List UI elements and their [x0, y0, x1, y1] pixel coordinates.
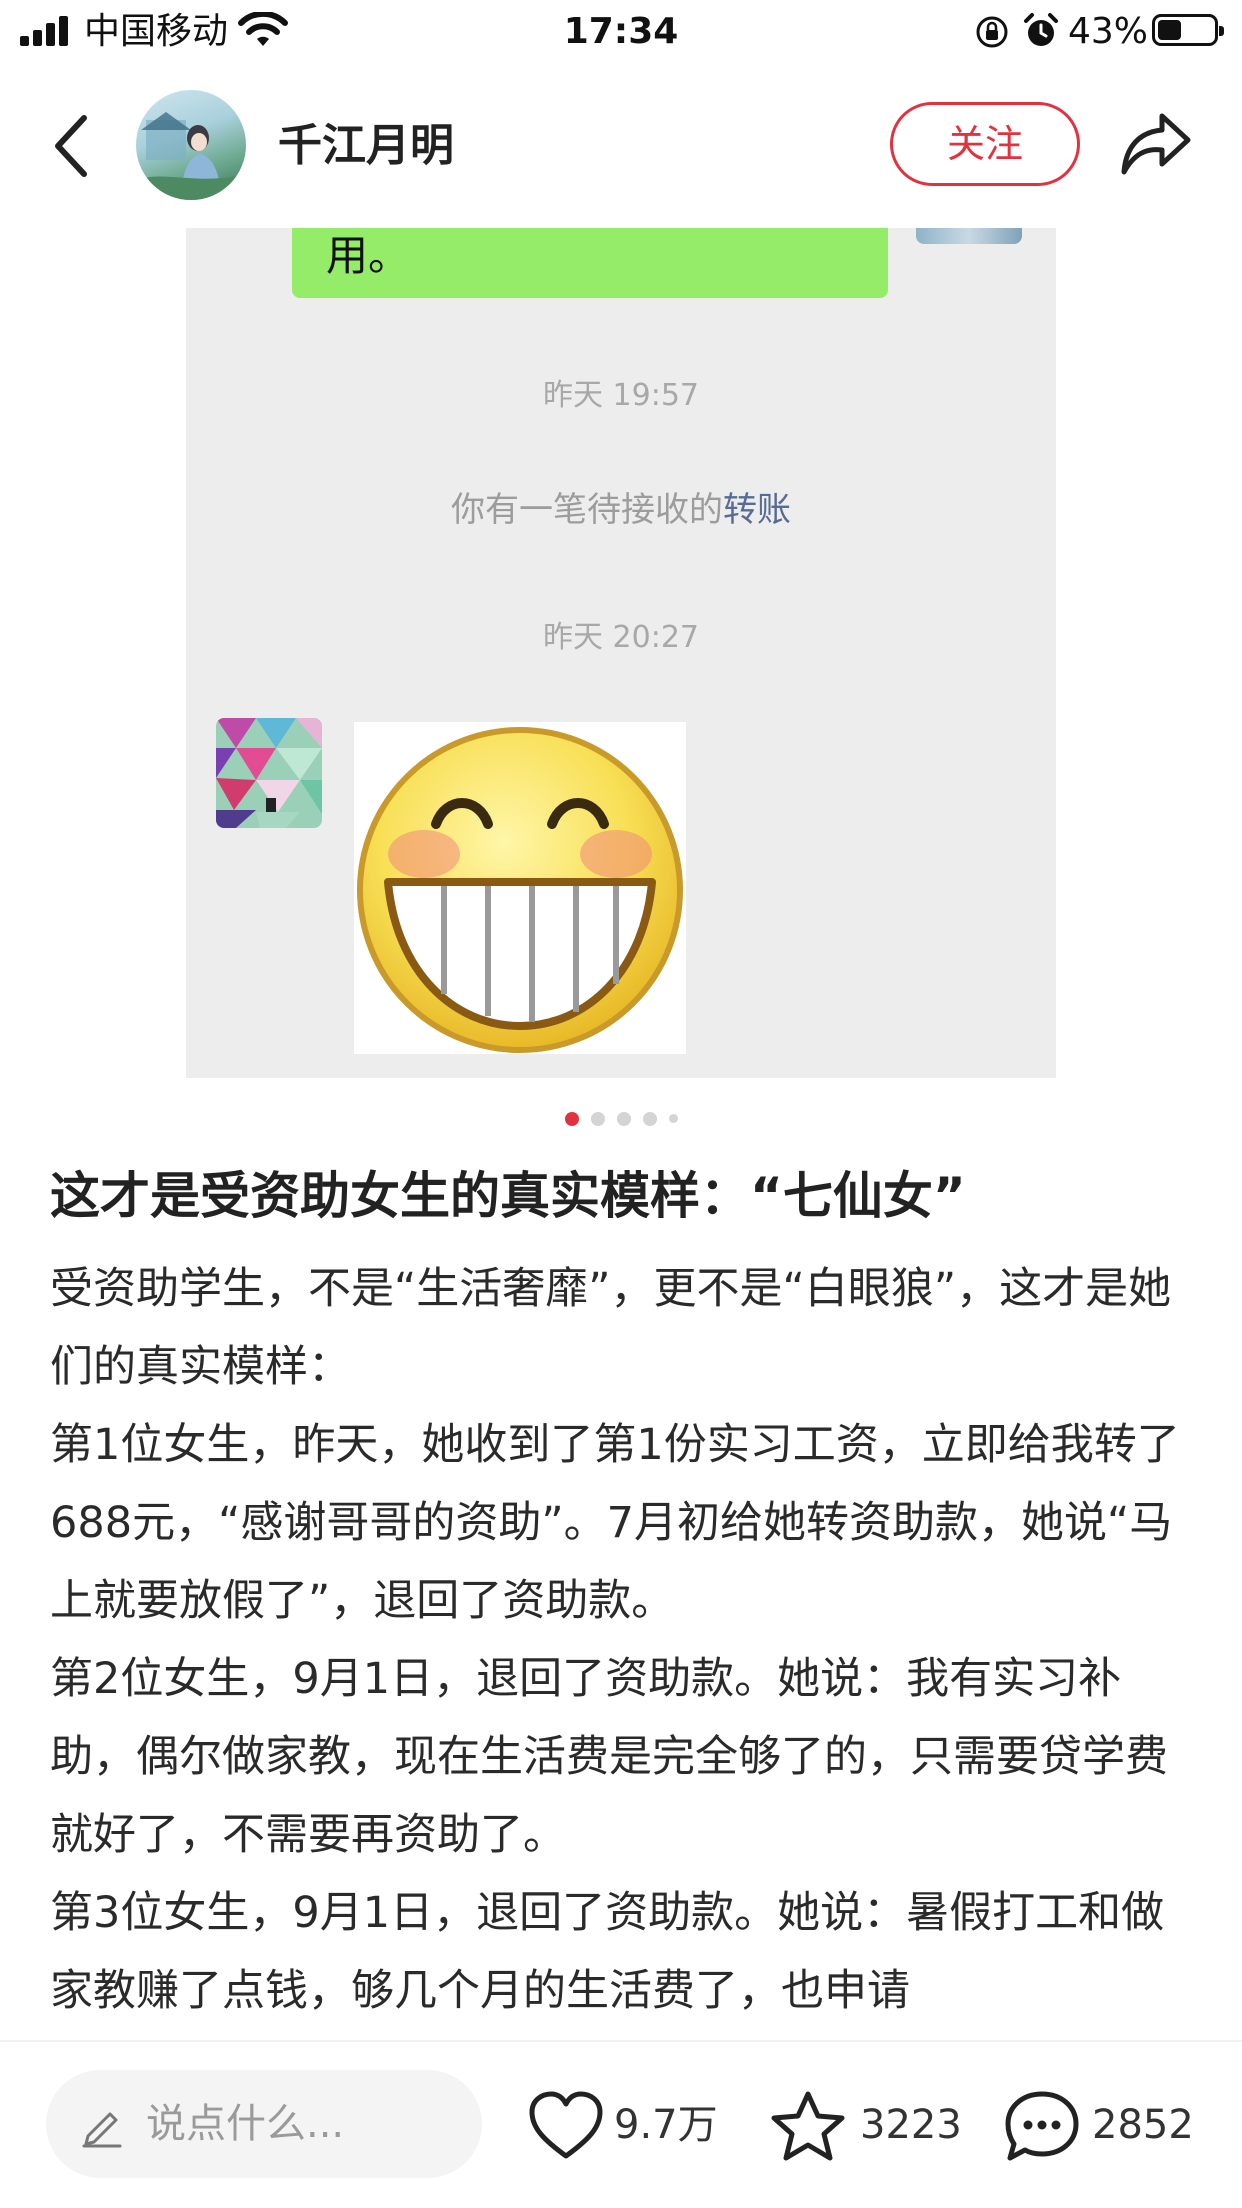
post-title: 这才是受资助女生的真实模样：“七仙女”	[50, 1167, 966, 1225]
grinning-face-sticker	[354, 722, 686, 1054]
heart-icon	[529, 2091, 603, 2159]
post-paragraph: 第1位女生，昨天，她收到了第1份实习工资，立即给我转了688元，“感谢哥哥的资助…	[50, 1420, 1180, 1626]
share-icon[interactable]	[1118, 108, 1194, 180]
carousel-dot	[668, 1114, 678, 1123]
author-name[interactable]: 千江月明	[278, 116, 454, 176]
carousel-dot	[564, 1111, 579, 1126]
post-image-carousel[interactable]: 用。 昨天 19:57 你有一笔待接收的转账 昨天 20:27	[186, 228, 1056, 1078]
comment-count: 2852	[1092, 2102, 1194, 2148]
favorite-count: 3223	[860, 2102, 962, 2148]
transfer-link: 转账	[723, 490, 791, 530]
like-count: 9.7万	[614, 2102, 718, 2148]
transfer-notice: 你有一笔待接收的转账	[186, 488, 1056, 532]
carousel-dot	[590, 1111, 605, 1126]
chat-timestamp: 昨天 19:57	[543, 378, 699, 413]
battery-percent: 43%	[1068, 11, 1149, 52]
carousel-indicator	[0, 1108, 1242, 1126]
bottom-action-bar: 说点什么... 9.7万 3223 2852	[0, 2040, 1242, 2208]
friend-avatar	[216, 718, 322, 828]
chat-bubble-outgoing: 用。	[292, 228, 888, 298]
star-icon	[771, 2091, 845, 2161]
author-avatar[interactable]	[136, 90, 246, 200]
follow-button[interactable]: 关注	[890, 102, 1080, 186]
like-button[interactable]: 9.7万	[526, 2088, 726, 2164]
post-paragraph: 受资助学生，不是“生活奢靡”，更不是“白眼狼”，这才是她们的真实模样：	[50, 1264, 1172, 1392]
comment-input[interactable]: 说点什么...	[46, 2070, 482, 2178]
carousel-dot	[616, 1111, 631, 1126]
favorite-button[interactable]: 3223	[768, 2088, 968, 2164]
post-paragraph: 第3位女生，9月1日，退回了资助款。她说：暑假打工和做家教赚了点钱，够几个月的生…	[50, 1888, 1165, 2016]
comment-button[interactable]: 2852	[1002, 2088, 1202, 2164]
chevron-left-icon[interactable]	[44, 108, 104, 184]
post-paragraph: 第2位女生，9月1日，退回了资助款。她说：我有实习补助，偶尔做家教，现在生活费是…	[50, 1654, 1168, 1860]
post-body: 受资助学生，不是“生活奢靡”，更不是“白眼狼”，这才是她们的真实模样： 第1位女…	[50, 1250, 1200, 2030]
chat-bubble-icon	[1005, 2091, 1079, 2161]
status-bar: 中国移动 17:34 43%	[0, 0, 1242, 64]
nav-bar: 千江月明 关注	[0, 80, 1242, 210]
comment-placeholder: 说点什么...	[146, 2101, 345, 2147]
carousel-dot	[642, 1111, 657, 1126]
orientation-lock-icon	[976, 16, 1008, 48]
self-avatar	[916, 228, 1022, 244]
battery-level-fill	[1158, 20, 1181, 40]
alarm-icon	[1024, 13, 1058, 46]
chat-bubble-text: 用。	[326, 231, 411, 280]
pencil-icon	[82, 2112, 122, 2148]
transfer-notice-text: 你有一笔待接收的	[451, 490, 723, 530]
chat-timestamp: 昨天 20:27	[543, 620, 699, 655]
battery-icon	[1152, 14, 1224, 46]
